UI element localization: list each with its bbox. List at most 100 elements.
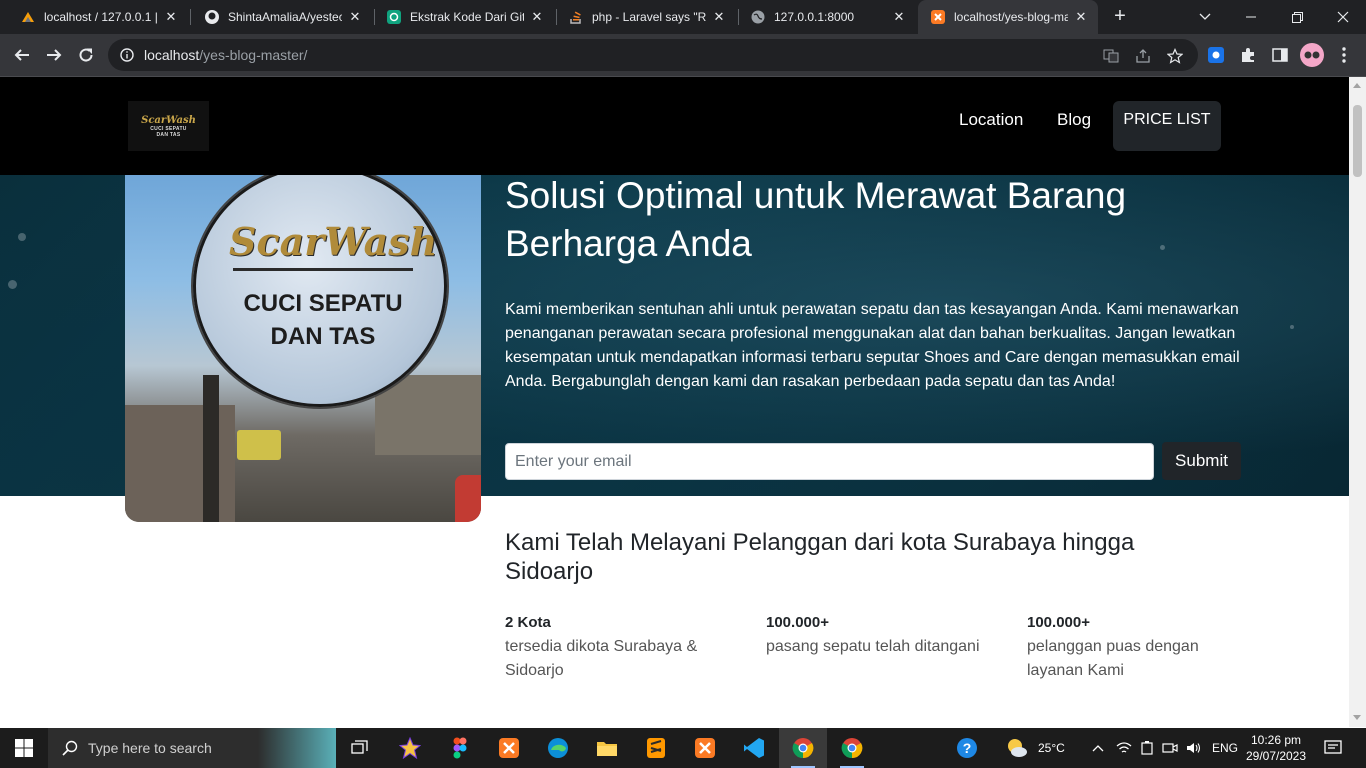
site-logo[interactable]: ScarWash CUCI SEPATU DAN TAS xyxy=(128,101,209,151)
email-field[interactable] xyxy=(505,443,1154,480)
help-icon[interactable]: ? xyxy=(955,728,979,768)
submit-button[interactable]: Submit xyxy=(1162,442,1241,480)
forward-button[interactable] xyxy=(40,41,68,69)
search-icon xyxy=(62,740,78,756)
share-icon[interactable] xyxy=(1134,47,1152,65)
sign-script: ScarWash xyxy=(229,219,438,264)
tab-title: localhost/yes-blog-ma xyxy=(954,10,1068,24)
app-sublime[interactable] xyxy=(632,728,680,768)
extension-icon[interactable] xyxy=(1206,45,1226,65)
app-xampp[interactable] xyxy=(485,728,533,768)
browser-tab[interactable]: Ekstrak Kode Dari GitH ✕ xyxy=(374,0,554,34)
edge-icon xyxy=(548,738,568,758)
scroll-up-icon[interactable] xyxy=(1353,83,1361,88)
rain-drop xyxy=(18,233,26,241)
network-icon[interactable] xyxy=(1116,728,1132,768)
page-scrollbar[interactable] xyxy=(1349,77,1366,727)
windows-icon xyxy=(15,739,33,757)
taskbar-search[interactable]: Type here to search xyxy=(48,728,336,768)
restore-button[interactable] xyxy=(1274,0,1320,34)
close-icon[interactable]: ✕ xyxy=(348,9,362,25)
app-file-explorer[interactable] xyxy=(583,728,631,768)
photo-vehicle xyxy=(237,430,281,460)
scrollbar-thumb[interactable] xyxy=(1353,105,1362,177)
close-icon[interactable]: ✕ xyxy=(164,9,178,25)
side-panel-icon[interactable] xyxy=(1270,45,1290,65)
translate-icon[interactable] xyxy=(1102,47,1120,65)
hero-headline: Solusi Optimal untuk Merawat Barang Berh… xyxy=(505,175,1127,264)
sign-line2: DAN TAS xyxy=(270,323,376,350)
tab-title: php - Laravel says "Ro xyxy=(592,10,706,24)
price-list-button[interactable]: PRICE LIST xyxy=(1113,101,1221,151)
chatgpt-icon xyxy=(386,9,402,25)
battery-icon[interactable] xyxy=(1140,728,1154,768)
reload-icon xyxy=(79,48,93,62)
puzzle-extensions-icon[interactable] xyxy=(1238,45,1258,65)
xampp-icon xyxy=(499,738,519,758)
windows-taskbar: Type here to search ? 25°C ENG 10:26 pm … xyxy=(0,728,1366,768)
language-indicator[interactable]: ENG xyxy=(1212,728,1238,768)
logo-script: ScarWash xyxy=(141,114,196,126)
browser-tab[interactable]: localhost / 127.0.0.1 | p ✕ xyxy=(8,0,188,34)
browser-tab[interactable]: php - Laravel says "Ro ✕ xyxy=(556,0,736,34)
info-icon[interactable] xyxy=(120,48,134,62)
taskbar-clock[interactable]: 10:26 pm 29/07/2023 xyxy=(1238,732,1314,764)
address-bar[interactable]: localhost/yes-blog-master/ xyxy=(108,39,1198,71)
browser-tab-active[interactable]: localhost/yes-blog-ma ✕ xyxy=(918,0,1098,34)
close-icon[interactable]: ✕ xyxy=(712,9,726,25)
weather-widget[interactable]: 25°C xyxy=(1004,728,1065,768)
bookmark-star-icon[interactable] xyxy=(1166,47,1184,65)
new-tab-button[interactable]: + xyxy=(1108,4,1132,28)
app-chrome[interactable] xyxy=(828,728,876,768)
scroll-down-icon[interactable] xyxy=(1353,715,1361,720)
github-icon xyxy=(204,9,220,25)
sublime-text-icon xyxy=(647,738,665,758)
figma-icon xyxy=(453,737,467,759)
clock-date: 29/07/2023 xyxy=(1245,749,1307,763)
close-icon[interactable]: ✕ xyxy=(1074,9,1088,25)
tab-title: ShintaAmaliaA/yesteck xyxy=(228,10,342,24)
volume-icon[interactable] xyxy=(1186,728,1202,768)
tab-search-button[interactable] xyxy=(1182,0,1228,34)
back-button[interactable] xyxy=(8,41,36,69)
app-xampp-control[interactable] xyxy=(681,728,729,768)
app-star[interactable] xyxy=(386,728,434,768)
clock-time: 10:26 pm xyxy=(1250,733,1302,747)
browser-tab[interactable]: 127.0.0.1:8000 ✕ xyxy=(738,0,916,34)
vscode-icon xyxy=(744,738,764,758)
stat-description: pasang sepatu telah ditangani xyxy=(766,638,980,655)
nav-blog-link[interactable]: Blog xyxy=(1057,110,1091,130)
restore-icon xyxy=(1291,11,1303,23)
app-vscode[interactable] xyxy=(730,728,778,768)
tab-title: Ekstrak Kode Dari GitH xyxy=(410,10,524,24)
close-icon[interactable]: ✕ xyxy=(530,9,544,25)
close-icon[interactable]: ✕ xyxy=(892,9,906,25)
url-host: localhost xyxy=(144,47,200,63)
nav-location-link[interactable]: Location xyxy=(959,110,1023,130)
start-button[interactable] xyxy=(0,728,48,768)
stat-number: 2 Kota xyxy=(505,614,551,631)
search-placeholder: Type here to search xyxy=(88,740,212,756)
close-window-button[interactable] xyxy=(1320,0,1366,34)
app-chrome-active[interactable] xyxy=(779,728,827,768)
browser-tab-strip: localhost / 127.0.0.1 | p ✕ ShintaAmalia… xyxy=(0,0,1366,34)
app-edge[interactable] xyxy=(534,728,582,768)
minimize-button[interactable] xyxy=(1228,0,1274,34)
browser-toolbar: localhost/yes-blog-master/ xyxy=(0,34,1366,77)
hero-photo: ScarWash CUCI SEPATU DAN TAS xyxy=(125,175,481,522)
menu-dots-icon[interactable] xyxy=(1334,45,1354,65)
meet-now-icon[interactable] xyxy=(1162,728,1178,768)
xampp-icon xyxy=(930,9,946,25)
app-figma[interactable] xyxy=(436,728,484,768)
served-heading: Kami Telah Melayani Pelanggan dari kota … xyxy=(505,529,1135,585)
reload-button[interactable] xyxy=(72,41,100,69)
arrow-left-icon xyxy=(14,49,29,61)
avatar[interactable] xyxy=(1300,43,1324,67)
task-view-button[interactable] xyxy=(336,728,384,768)
stat-description: pelanggan puas dengan layanan Kami xyxy=(1027,638,1199,679)
chevron-up-icon[interactable] xyxy=(1092,728,1104,768)
tab-separator xyxy=(190,9,191,25)
sign-text: CUCI SEPATU DAN TAS xyxy=(225,287,421,353)
notification-icon[interactable] xyxy=(1324,728,1342,768)
browser-tab[interactable]: ShintaAmaliaA/yesteck ✕ xyxy=(192,0,372,34)
